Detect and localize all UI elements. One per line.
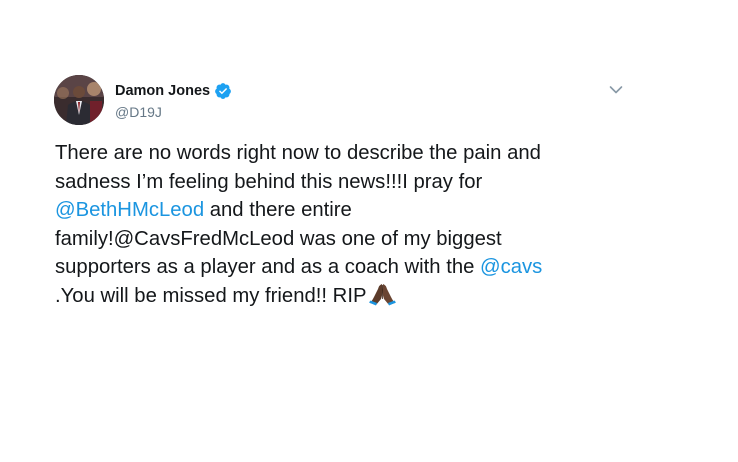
profile-photo-icon[interactable]	[54, 75, 104, 125]
tweet-text-segment: .You will be missed my friend!! RIP	[55, 284, 367, 307]
author-name-row[interactable]: Damon Jones	[115, 82, 232, 100]
tweet-card: Damon Jones @D19J There are no words rig…	[0, 0, 738, 462]
mention-link[interactable]: @cavs	[480, 256, 542, 278]
chevron-down-icon	[609, 86, 623, 94]
tweet-text-segment: supporters as a player and as a coach wi…	[55, 256, 481, 279]
author-handle[interactable]: @D19J	[115, 103, 162, 121]
tweet-body: There are no words right now to describe…	[55, 139, 655, 311]
tweet-text-segment: and there entire	[204, 199, 352, 222]
tweet-line: .You will be missed my friend!! RIP	[55, 282, 655, 311]
tweet-line: sadness I’m feeling behind this news!!!I…	[55, 170, 483, 193]
author-display-name[interactable]: Damon Jones	[115, 82, 210, 100]
folded-hands-icon	[368, 282, 397, 306]
tweet-line: family!@CavsFredMcLeod was one of my big…	[55, 227, 502, 250]
mention-link[interactable]: @BethHMcLeod	[55, 199, 204, 221]
tweet-menu-button[interactable]	[605, 80, 627, 100]
tweet-line: @BethHMcLeod and there entire	[55, 196, 655, 225]
tweet-line: There are no words right now to describe…	[55, 142, 541, 164]
verified-badge-icon	[214, 82, 232, 100]
tweet-line: supporters as a player and as a coach wi…	[55, 253, 655, 282]
